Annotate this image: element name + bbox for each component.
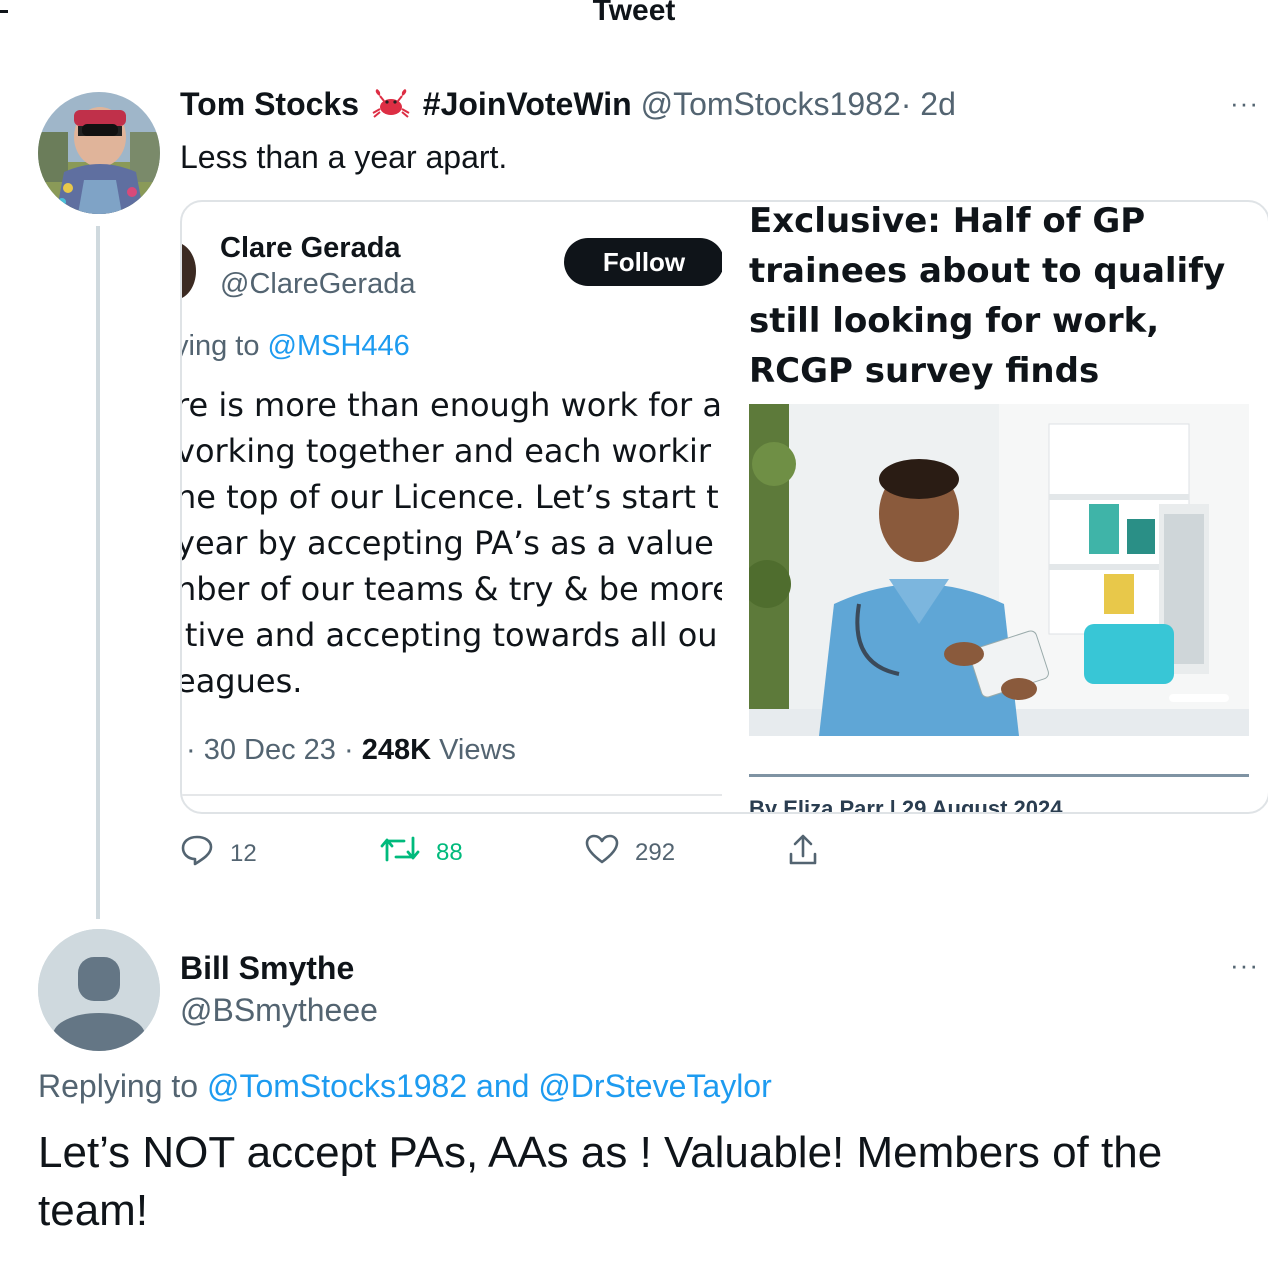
tweet1-header: Tom Stocks #JoinVoteWin @TomStocks1982· …: [180, 86, 956, 127]
like-count: 292: [635, 838, 676, 866]
share-icon: [788, 834, 818, 873]
reply-count: 12: [230, 839, 257, 867]
avatar-tom-stocks[interactable]: [38, 92, 160, 214]
replying-to: Replying to @TomStocks1982 and @DrSteveT…: [38, 1068, 772, 1104]
embedded-avatar: [182, 242, 196, 300]
embedded-author-name: Clare Gerada: [220, 232, 401, 264]
page-title: Tweet: [592, 0, 676, 27]
like-icon: [585, 834, 619, 871]
attached-image[interactable]: Clare Gerada @ClareGerada Follow ying to…: [180, 200, 1268, 814]
article-screenshot: Exclusive: Half of GP trainees about to …: [749, 202, 1268, 812]
article-headline: Exclusive: Half of GP trainees about to …: [749, 202, 1226, 391]
reply-button[interactable]: 12: [180, 834, 257, 873]
avatar-default-user[interactable]: [38, 929, 160, 1051]
tweet-text: Let’s NOT accept PAs, AAs as ! Valuable!…: [38, 1128, 1163, 1235]
tweet-actions: 12 88 292: [180, 834, 840, 874]
mention-link[interactable]: @DrSteveTaylor: [538, 1068, 771, 1104]
tweet-time[interactable]: · 2d: [901, 86, 956, 122]
more-icon[interactable]: ···: [1230, 88, 1259, 119]
thread-connector-line: [96, 226, 100, 919]
retweet-icon: [380, 834, 420, 871]
more-icon[interactable]: ···: [1230, 950, 1259, 981]
divider: [749, 774, 1249, 777]
author-name[interactable]: Tom Stocks: [180, 86, 359, 122]
embedded-tweet-meta: · 30 Dec 23 · 248K Views: [186, 734, 516, 766]
author-handle[interactable]: @TomStocks1982: [641, 86, 901, 122]
retweet-count: 88: [436, 838, 463, 866]
article-photo-doctor-with-tablet: [749, 404, 1249, 736]
embedded-tweet-screenshot: Clare Gerada @ClareGerada Follow ying to…: [182, 202, 722, 812]
reply-icon: [180, 834, 214, 873]
article-byline: By Eliza Parr | 29 August 2024: [749, 796, 1063, 812]
author-name[interactable]: Bill Smythe: [180, 950, 354, 987]
author-handle[interactable]: @BSmytheee: [180, 992, 378, 1029]
embedded-author-handle: @ClareGerada: [220, 268, 416, 300]
mention-link[interactable]: @TomStocks1982: [207, 1068, 467, 1104]
tweet-text: Less than a year apart.: [180, 139, 508, 175]
follow-button: Follow: [564, 238, 722, 286]
divider: [182, 794, 722, 796]
retweet-button[interactable]: 88: [380, 834, 463, 871]
embedded-tweet-body: re is more than enough work for a vorkin…: [182, 386, 722, 700]
author-hashtag: #JoinVoteWin: [422, 86, 632, 122]
embedded-replying-to: ying to @MSH446: [182, 330, 410, 362]
share-button[interactable]: [788, 834, 818, 873]
crab-emoji-icon: [372, 89, 410, 127]
like-button[interactable]: 292: [585, 834, 675, 871]
